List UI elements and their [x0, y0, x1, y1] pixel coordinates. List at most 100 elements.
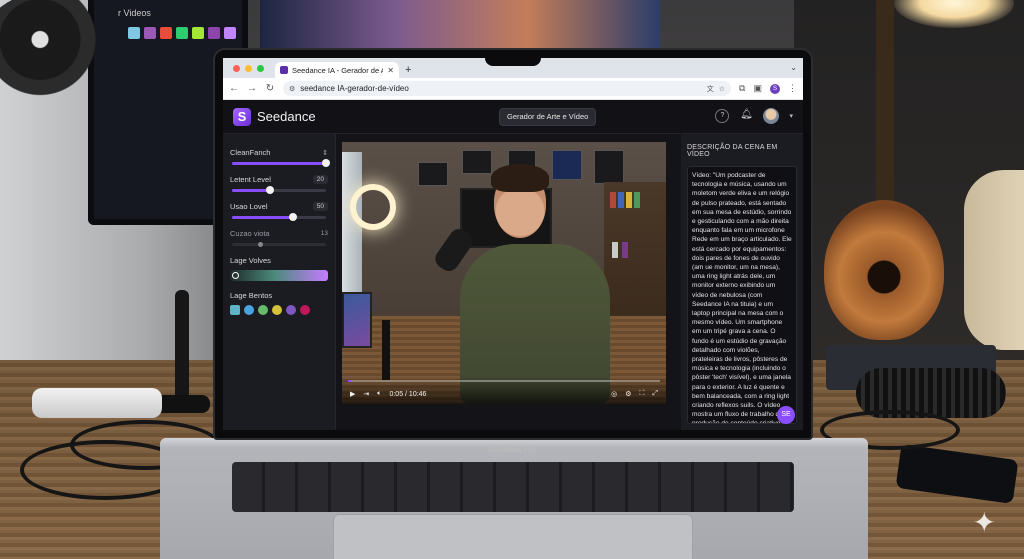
control-usao-lovel: Usao Lovel 50 [230, 202, 328, 221]
video-poster [594, 150, 624, 184]
background-monitor-title: r Videos [118, 8, 151, 18]
laptop-brand: MacBook Pro [487, 445, 537, 454]
color-swatch[interactable] [258, 305, 268, 315]
control-value[interactable]: 20 [312, 175, 328, 184]
video-progress-fill [348, 380, 352, 382]
chevron-down-icon[interactable]: ⌄ [790, 63, 797, 72]
control-value[interactable]: 50 [312, 202, 328, 211]
slider-handle[interactable] [265, 186, 274, 194]
slider-track[interactable] [232, 159, 330, 167]
color-swatches [230, 305, 328, 315]
scene-description-text[interactable]: Vídeo: "Um podcaster de tecnologia e mús… [687, 166, 797, 424]
seedance-logo-icon[interactable]: S [233, 107, 251, 126]
back-arrow-icon[interactable]: ← [229, 83, 239, 94]
sparkle-icon: ✦ [972, 507, 996, 538]
slider-handle[interactable] [322, 159, 330, 167]
assistant-button[interactable]: SE [777, 406, 795, 424]
browser-actions: ⧉ ▣ S ⋮ [739, 83, 797, 94]
background-swatch [128, 27, 140, 39]
color-swatch[interactable] [300, 305, 310, 315]
minimize-window-button[interactable] [245, 65, 252, 72]
camera-notch [485, 50, 541, 66]
address-bar[interactable]: ⚙ seedance IA-gerador-de-vídeo 文 ☆ [283, 81, 732, 96]
sidebar-icon[interactable]: ▣ [753, 83, 762, 94]
gradient-picker[interactable] [230, 270, 328, 281]
color-swatch[interactable] [230, 305, 240, 315]
slider-track[interactable] [232, 213, 326, 221]
video-poster [418, 162, 448, 186]
color-swatch[interactable] [286, 305, 296, 315]
seedance-favicon-icon [280, 66, 288, 74]
controls-panel: CleanFanch ⇕ Letent Level 20 Usao Lovel … [223, 134, 336, 430]
background-swatch [160, 27, 172, 39]
video-time: 0:05 / 10:46 [389, 390, 427, 398]
gradient-handle[interactable] [232, 272, 239, 279]
panel-title: DESCRIÇÃO DA CENA EM VÍDEO [687, 144, 778, 158]
profile-avatar[interactable]: S [770, 83, 780, 94]
forward-arrow-icon[interactable]: → [247, 83, 257, 94]
background-swatch [224, 27, 236, 39]
user-avatar[interactable] [763, 108, 780, 124]
app-body: CleanFanch ⇕ Letent Level 20 Usao Lovel … [223, 134, 803, 430]
translate-icon[interactable]: 文 [707, 84, 714, 94]
maximize-window-button[interactable] [257, 65, 264, 72]
color-swatch[interactable] [272, 305, 282, 315]
video-control-row: ▶ ⇥ 🔈︎ 0:05 / 10:46 ◎ ⚙ ⛶ ⤢ [350, 390, 658, 398]
gear-icon[interactable]: ⚙ [625, 390, 631, 398]
volume-icon[interactable]: 🔈︎ [377, 390, 381, 398]
laptop-screen: Seedance IA - Gerador de Arte ✕ + ⌄ ← → … [223, 58, 803, 430]
expand-icon[interactable]: ⤢ [652, 390, 658, 398]
slider-fill [232, 162, 326, 165]
generator-mode-button[interactable]: Gerador de Arte e Vídeo [499, 108, 597, 126]
sort-icon[interactable]: ⇕ [322, 149, 328, 157]
new-tab-icon[interactable]: + [405, 62, 411, 78]
video-tripod [382, 320, 390, 380]
browser-tab[interactable]: Seedance IA - Gerador de Arte ✕ [275, 62, 399, 78]
browser-toolbar: ← → ↻ ⚙ seedance IA-gerador-de-vídeo 文 ☆… [223, 78, 803, 100]
control-cuzao-viota: Cuzao viota 13 [230, 229, 328, 247]
bell-icon[interactable]: 🔔︎ [739, 109, 753, 123]
background-swatch [208, 27, 220, 39]
site-info-icon[interactable]: ⚙ [289, 85, 295, 93]
control-label: CleanFanch [230, 148, 271, 157]
trackpad [333, 514, 693, 559]
help-icon[interactable]: ? [715, 109, 730, 123]
skip-icon[interactable]: ⇥ [363, 390, 369, 398]
chevron-down-icon[interactable]: ▾ [789, 112, 793, 120]
video-progress-bar[interactable] [348, 380, 660, 382]
video-laptop [342, 292, 372, 348]
close-window-button[interactable] [233, 65, 240, 72]
guitar-second [964, 170, 1024, 350]
slider-handle[interactable] [258, 242, 264, 247]
slider-handle[interactable] [289, 213, 298, 221]
video-tech-poster [552, 150, 582, 180]
address-url: seedance IA-gerador-de-vídeo [300, 84, 409, 93]
fullscreen-icon[interactable]: ⛶ [639, 390, 644, 398]
color-swatch[interactable] [244, 305, 254, 315]
video-bookshelf [604, 182, 666, 332]
slider-fill [232, 216, 294, 219]
scene-description-panel: DESCRIÇÃO DA CENA EM VÍDEO Vídeo: "Um po… [681, 134, 803, 430]
slider-track[interactable] [232, 242, 326, 247]
reload-icon[interactable]: ↻ [265, 83, 275, 94]
menu-kebab-icon[interactable]: ⋮ [788, 83, 797, 94]
mic-arm [175, 290, 189, 400]
slider-track[interactable] [232, 186, 326, 194]
bookmark-star-icon[interactable]: ☆ [719, 85, 725, 93]
control-letent-level: Letent Level 20 [230, 175, 328, 194]
close-icon[interactable]: ✕ [387, 66, 394, 75]
extensions-icon[interactable]: ⧉ [739, 83, 745, 94]
white-device [32, 388, 162, 418]
guitar [824, 200, 944, 340]
video-player[interactable]: ▶ ⇥ 🔈︎ 0:05 / 10:46 ◎ ⚙ ⛶ ⤢ [342, 142, 666, 404]
control-cleanfanch: CleanFanch ⇕ [230, 148, 330, 167]
snapshot-icon[interactable]: ◎ [611, 390, 617, 398]
control-label: Letent Level [230, 175, 271, 184]
background-swatch [176, 27, 188, 39]
tab-title: Seedance IA - Gerador de Arte [292, 65, 383, 75]
app-logo-text[interactable]: Seedance [257, 109, 316, 124]
play-icon[interactable]: ▶ [350, 390, 355, 398]
window-controls [233, 65, 264, 72]
video-ring-light [350, 184, 396, 230]
background-top-screen [260, 0, 660, 48]
